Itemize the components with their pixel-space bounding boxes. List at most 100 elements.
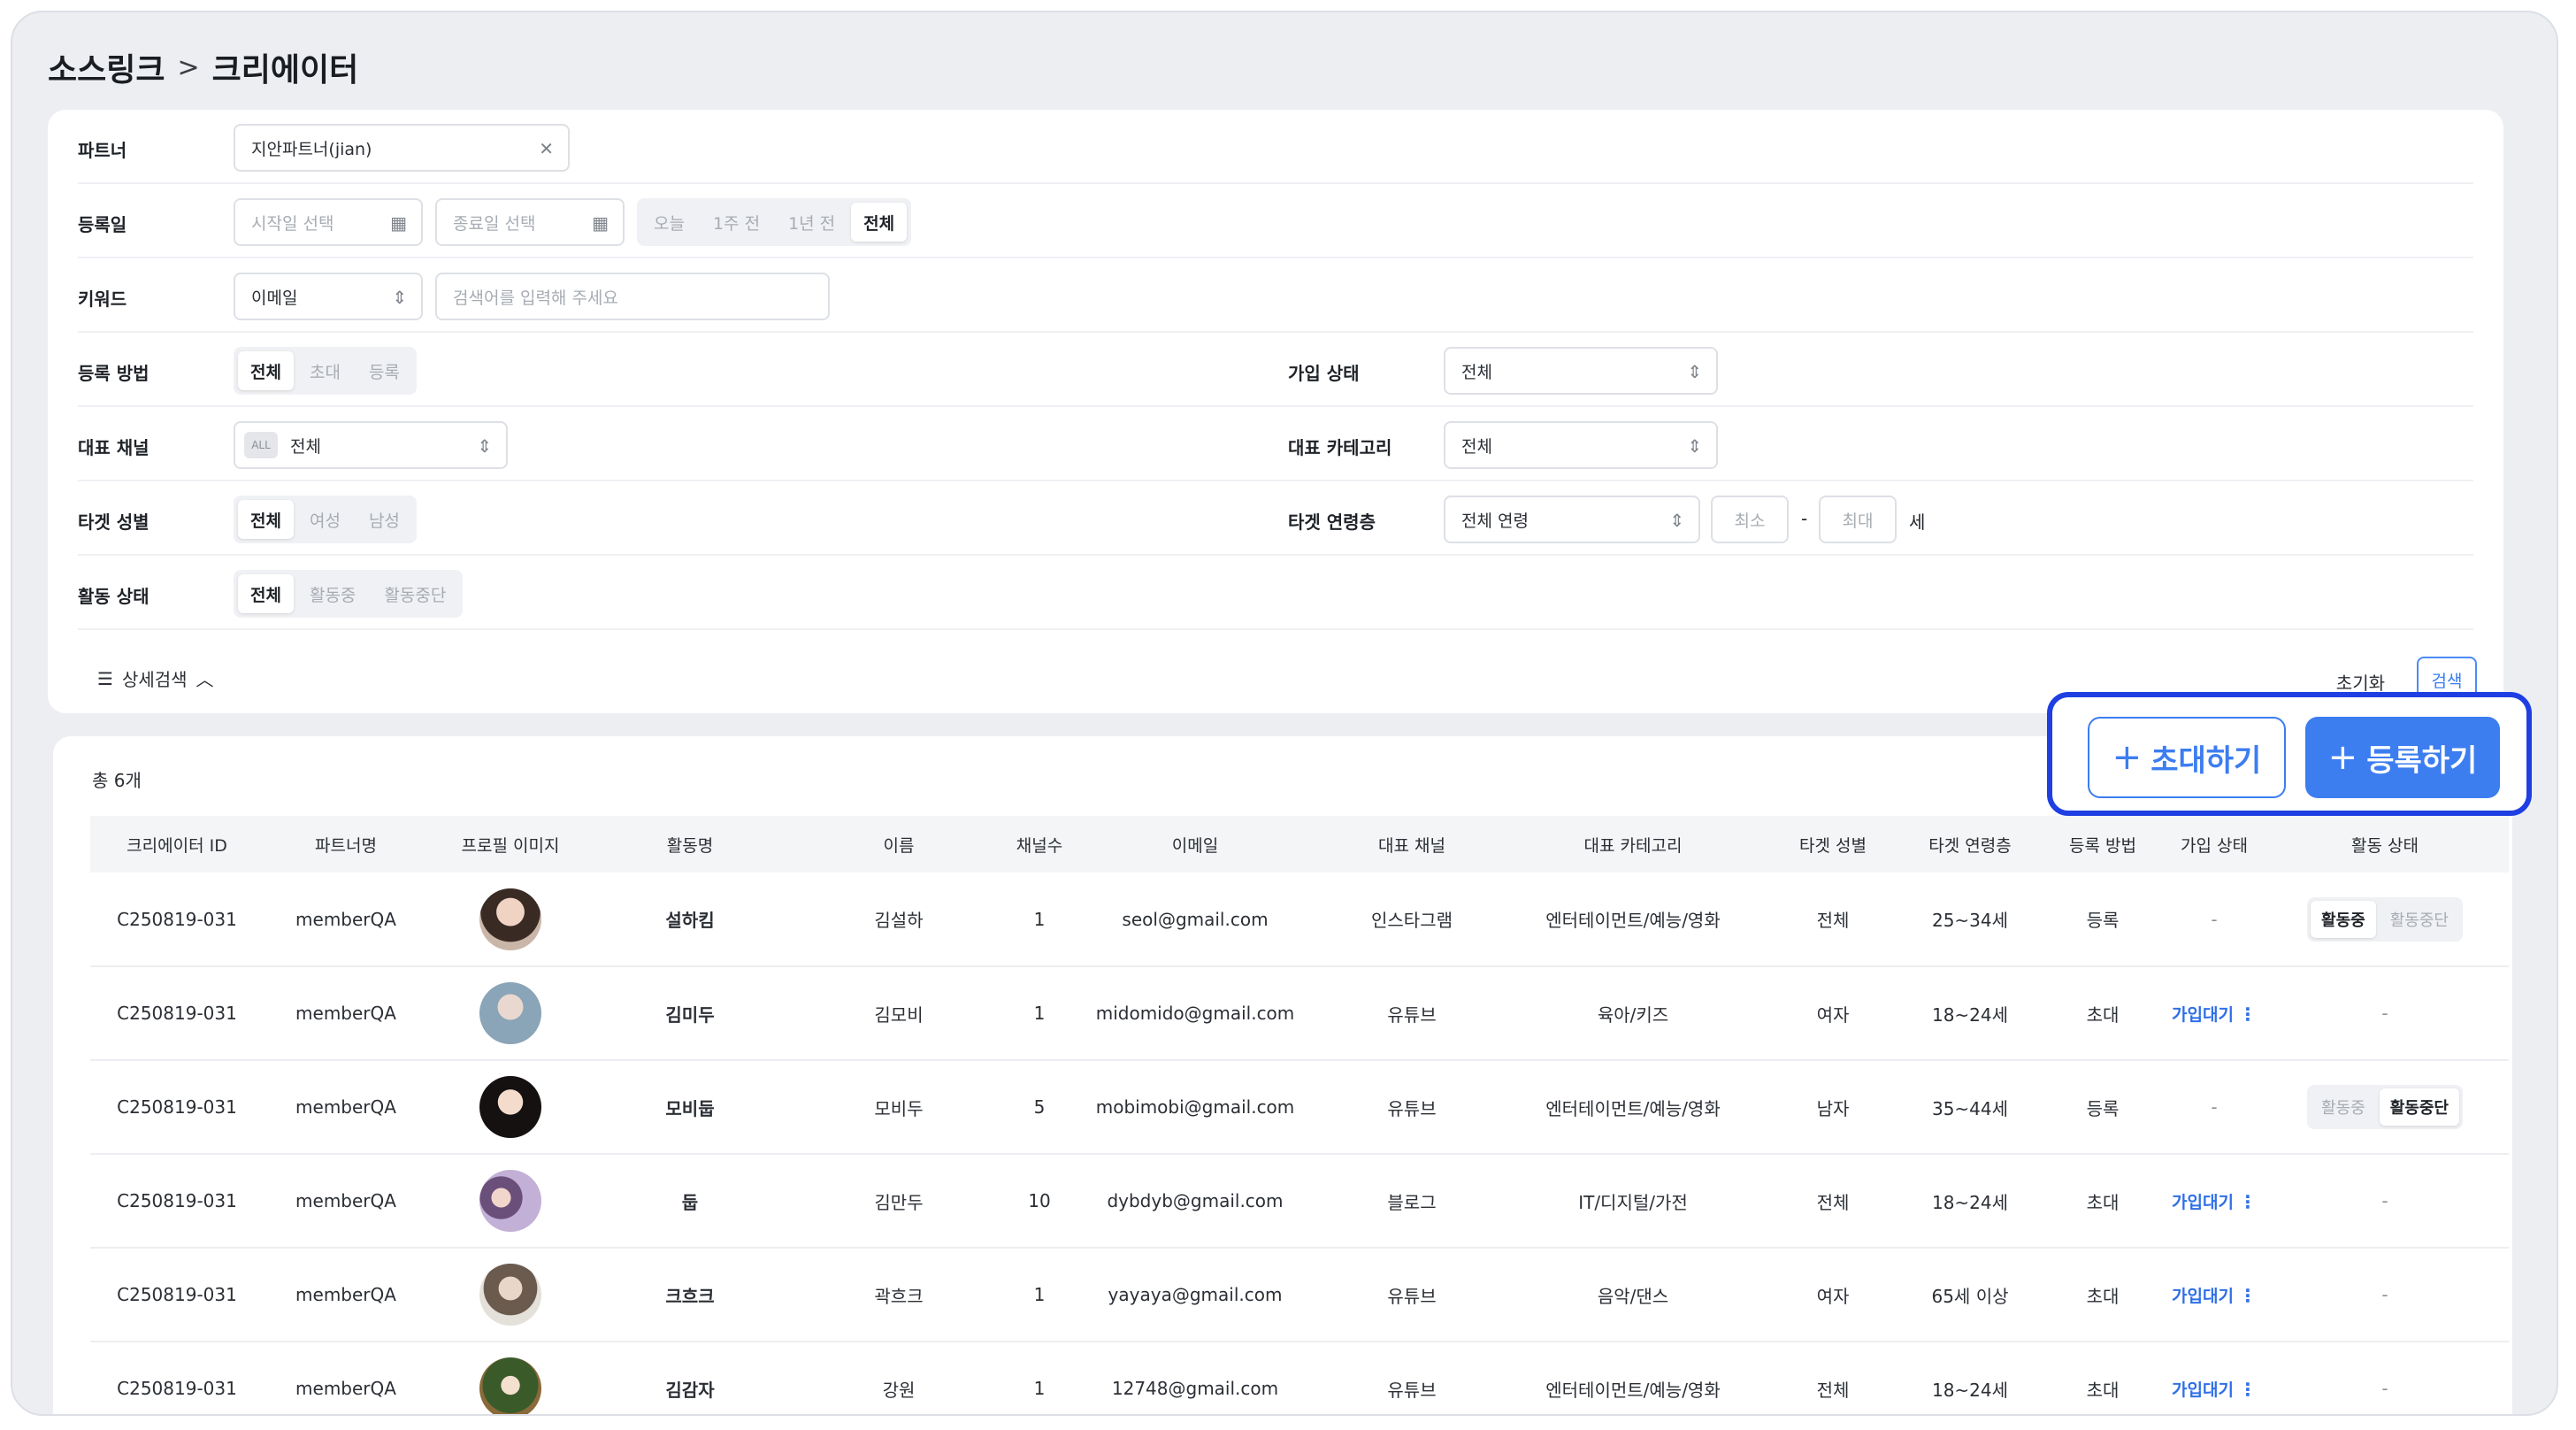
cell-age: 18~24세 — [1902, 1342, 2038, 1414]
cell-profile — [428, 873, 593, 967]
method-all[interactable]: 전체 — [238, 351, 294, 390]
cell-channels: 1 — [1010, 1342, 1069, 1414]
end-date-placeholder: 종료일 선택 — [453, 213, 536, 234]
detail-search-toggle[interactable]: ☰ 상세검색 ︿ — [97, 665, 214, 691]
cell-name: 강원 — [787, 1342, 1010, 1414]
end-date-input[interactable]: 종료일 선택 ▦ — [435, 198, 625, 246]
col-category: 대표 카테고리 — [1502, 816, 1764, 873]
age-value: 전체 연령 — [1461, 511, 1529, 531]
cell-activity: - — [2261, 1154, 2509, 1249]
more-icon[interactable]: ⋮ — [2239, 1003, 2257, 1025]
clear-icon[interactable]: ✕ — [539, 138, 554, 159]
register-button[interactable]: + 등록하기 — [2305, 717, 2500, 798]
reset-button[interactable]: 초기화 — [2336, 669, 2385, 695]
more-icon[interactable]: ⋮ — [2239, 1191, 2257, 1212]
filter-row-keyword: 키워드 이메일 ⇕ 검색어를 입력해 주세요 — [78, 258, 2473, 333]
more-icon[interactable]: ⋮ — [2239, 1285, 2257, 1306]
partner-select[interactable]: 지안파트너(jian) ✕ — [234, 124, 570, 172]
activity-paused[interactable]: 활동중단 — [372, 574, 458, 613]
date-range-segment: 오늘 1주 전 1년 전 전체 — [637, 198, 912, 246]
cell-nickname: 둡 — [593, 1154, 787, 1249]
cell-nickname: 김미두 — [593, 966, 787, 1061]
cell-id: C250819-031 — [90, 873, 264, 967]
method-invite[interactable]: 초대 — [297, 351, 353, 390]
activity-all[interactable]: 전체 — [238, 574, 294, 613]
cell-age: 18~24세 — [1902, 966, 2038, 1061]
partner-label: 파트너 — [78, 140, 127, 161]
cell-gender: 전체 — [1764, 1342, 1902, 1414]
all-channel-icon: ALL — [244, 432, 278, 458]
cell-nickname: 설하킴 — [593, 873, 787, 967]
cell-channel: 블로그 — [1322, 1154, 1502, 1249]
keyword-search-input[interactable]: 검색어를 입력해 주세요 — [435, 273, 830, 320]
cell-method: 초대 — [2038, 966, 2167, 1061]
cell-join[interactable]: 가입대기 ⋮ — [2167, 966, 2261, 1061]
cell-email: midomido@gmail.com — [1069, 966, 1322, 1061]
cell-name: 모비두 — [787, 1060, 1010, 1155]
channel-select[interactable]: ALL 전체 ⇕ — [234, 421, 508, 469]
age-range-dash: - — [1801, 508, 1808, 529]
cell-name: 김만두 — [787, 1154, 1010, 1249]
table-header-row: 크리에이터 ID 파트너명 프로필 이미지 활동명 이름 채널수 이메일 대표 … — [90, 816, 2509, 873]
cell-join[interactable]: 가입대기 ⋮ — [2167, 1248, 2261, 1342]
join-status-value: 전체 — [1461, 362, 1492, 382]
table-row[interactable]: C250819-031 memberQA 크흐크 곽흐크 1 yayaya@gm… — [90, 1248, 2509, 1342]
age-min-placeholder: 최소 — [1734, 511, 1766, 531]
cell-nickname: 크흐크 — [593, 1248, 787, 1342]
join-status-select[interactable]: 전체 ⇕ — [1444, 347, 1718, 395]
activity-active[interactable]: 활동중 — [297, 574, 368, 613]
detail-search-label: 상세검색 — [121, 669, 188, 690]
start-date-input[interactable]: 시작일 선택 ▦ — [234, 198, 423, 246]
range-all[interactable]: 전체 — [851, 203, 908, 242]
category-select[interactable]: 전체 ⇕ — [1444, 421, 1718, 469]
activity-off-option[interactable]: 활동중단 — [2379, 1088, 2459, 1126]
keyword-type-select[interactable]: 이메일 ⇕ — [234, 273, 423, 320]
join-status-link[interactable]: 가입대기 — [2172, 1287, 2234, 1306]
filter-row-regdate: 등록일 시작일 선택 ▦ 종료일 선택 ▦ 오늘 1주 전 1년 전 전체 — [78, 184, 2473, 258]
breadcrumb-root[interactable]: 소스링크 — [48, 44, 165, 90]
gender-male[interactable]: 남성 — [356, 500, 412, 539]
cell-activity: - — [2261, 1248, 2509, 1342]
method-register[interactable]: 등록 — [356, 351, 412, 390]
filter-row-partner: 파트너 지안파트너(jian) ✕ — [78, 110, 2473, 184]
col-method: 등록 방법 — [2038, 816, 2167, 873]
table-row[interactable]: C250819-031 memberQA 모비둡 모비두 5 mobimobi@… — [90, 1060, 2509, 1155]
join-status-link[interactable]: 가입대기 — [2172, 1005, 2234, 1025]
join-status-link[interactable]: 가입대기 — [2172, 1193, 2234, 1212]
cell-name: 곽흐크 — [787, 1248, 1010, 1342]
table-row[interactable]: C250819-031 memberQA 둡 김만두 10 dybdyb@gma… — [90, 1154, 2509, 1249]
activity-on-option[interactable]: 활동중 — [2311, 1088, 2376, 1126]
reg-method-label: 등록 방법 — [78, 363, 150, 384]
join-status-link[interactable]: 가입대기 — [2172, 1380, 2234, 1400]
cell-profile — [428, 1342, 593, 1414]
profile-avatar — [479, 982, 541, 1044]
chevron-up-icon: ︿ — [196, 669, 214, 690]
cell-age: 18~24세 — [1902, 1154, 2038, 1249]
channel-label: 대표 채널 — [78, 437, 150, 458]
table-row[interactable]: C250819-031 memberQA 설하킴 김설하 1 seol@gmai… — [90, 873, 2509, 967]
plus-icon: + — [2112, 737, 2143, 778]
age-select[interactable]: 전체 연령 ⇕ — [1444, 496, 1700, 543]
age-max-input[interactable]: 최대 — [1819, 496, 1897, 543]
activity-on-option[interactable]: 활동중 — [2311, 900, 2376, 938]
range-today[interactable]: 오늘 — [641, 203, 697, 242]
cell-join[interactable]: 가입대기 ⋮ — [2167, 1154, 2261, 1249]
updown-icon: ⇕ — [392, 287, 407, 308]
range-1year[interactable]: 1년 전 — [776, 203, 847, 242]
gender-all[interactable]: 전체 — [238, 500, 294, 539]
activity-off-option[interactable]: 활동중단 — [2380, 901, 2459, 938]
age-min-input[interactable]: 최소 — [1711, 496, 1789, 543]
invite-button[interactable]: + 초대하기 — [2088, 717, 2286, 798]
keyword-placeholder: 검색어를 입력해 주세요 — [453, 288, 618, 308]
start-date-placeholder: 시작일 선택 — [251, 213, 334, 234]
range-1week[interactable]: 1주 전 — [701, 203, 772, 242]
table-row[interactable]: C250819-031 memberQA 김감자 강원 1 12748@gmai… — [90, 1342, 2509, 1414]
table-row[interactable]: C250819-031 memberQA 김미두 김모비 1 midomido@… — [90, 966, 2509, 1061]
more-icon[interactable]: ⋮ — [2239, 1379, 2257, 1400]
cell-channels: 1 — [1010, 966, 1069, 1061]
cell-join[interactable]: 가입대기 ⋮ — [2167, 1342, 2261, 1414]
gender-female[interactable]: 여성 — [297, 500, 353, 539]
total-count: 총 6개 — [92, 770, 142, 791]
cell-id: C250819-031 — [90, 1154, 264, 1249]
age-max-placeholder: 최대 — [1842, 511, 1874, 531]
